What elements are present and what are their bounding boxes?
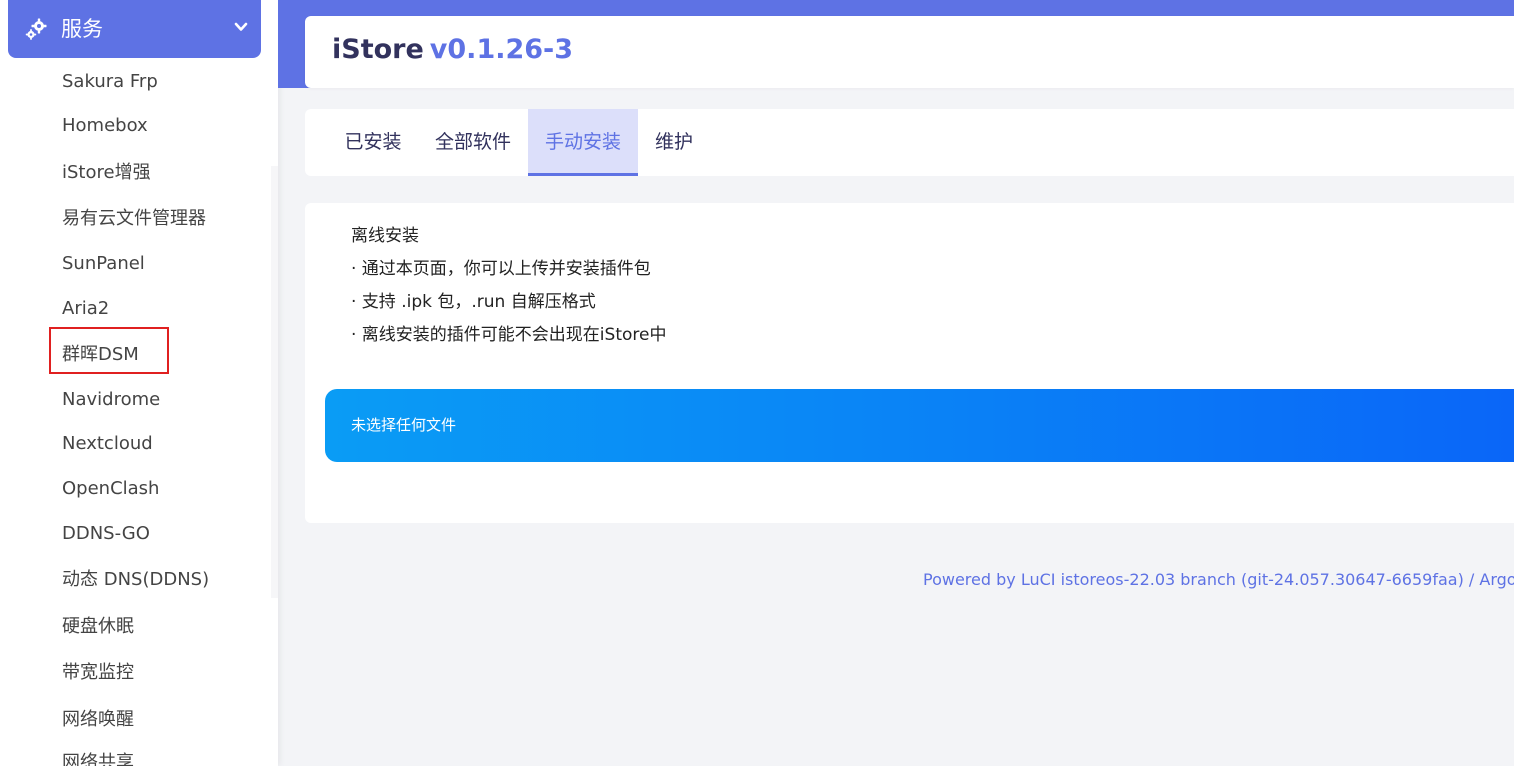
- sidebar-scrollbar[interactable]: [271, 166, 278, 598]
- tab-maintenance[interactable]: 维护: [645, 109, 703, 176]
- sidebar-item-homebox[interactable]: Homebox: [62, 115, 148, 137]
- manual-install-panel: 离线安装 · 通过本页面，你可以上传并安装插件包 · 支持 .ipk 包，.ru…: [305, 203, 1514, 523]
- tab-installed[interactable]: 已安装: [329, 109, 417, 176]
- gears-icon: [25, 18, 47, 40]
- menu-services-label: 服务: [61, 17, 103, 41]
- highlight-annotation: [49, 327, 169, 374]
- chevron-down-icon[interactable]: [233, 19, 249, 35]
- file-picker-status: 未选择任何文件: [351, 416, 457, 434]
- sidebar-item-ddns[interactable]: 动态 DNS(DDNS): [62, 569, 209, 591]
- section-title: 离线安装: [351, 226, 419, 246]
- sidebar-item-istore-enhance[interactable]: iStore增强: [62, 162, 151, 184]
- sidebar-item-sunpanel[interactable]: SunPanel: [62, 253, 145, 275]
- sidebar-item-navidrome[interactable]: Navidrome: [62, 389, 160, 411]
- sidebar-item-disk-sleep[interactable]: 硬盘休眠: [62, 616, 134, 638]
- file-upload-dropzone[interactable]: 未选择任何文件: [325, 389, 1514, 462]
- sidebar-item-aria2[interactable]: Aria2: [62, 298, 109, 320]
- sidebar-item-nextcloud[interactable]: Nextcloud: [62, 433, 153, 455]
- info-line: · 支持 .ipk 包，.run 自解压格式: [351, 292, 596, 312]
- page-title: iStore v0.1.26-3: [332, 33, 573, 67]
- page-title-card: iStore v0.1.26-3: [305, 16, 1514, 88]
- sidebar-item-ddns-go[interactable]: DDNS-GO: [62, 523, 150, 545]
- sidebar-item-sakura-frp[interactable]: Sakura Frp: [62, 71, 158, 93]
- info-line: · 通过本页面，你可以上传并安装插件包: [351, 259, 651, 279]
- tab-all-software[interactable]: 全部软件: [425, 109, 521, 176]
- sidebar-item-wake-on-lan[interactable]: 网络唤醒: [62, 709, 134, 731]
- app-version: v0.1.26-3: [429, 34, 574, 65]
- tab-bar: 已安装 全部软件 手动安装 维护: [305, 109, 1514, 176]
- sidebar-item-linkease-file-manager[interactable]: 易有云文件管理器: [62, 208, 206, 230]
- tab-manual-install[interactable]: 手动安装: [528, 109, 638, 176]
- sidebar-item-openclash[interactable]: OpenClash: [62, 478, 159, 500]
- sidebar-item-network-share[interactable]: 网络共享: [62, 752, 134, 766]
- menu-services-header[interactable]: 服务: [8, 0, 261, 58]
- footer-powered-by[interactable]: Powered by LuCI istoreos-22.03 branch (g…: [923, 569, 1514, 591]
- info-line: · 离线安装的插件可能不会出现在iStore中: [351, 325, 667, 345]
- app-name: iStore: [332, 34, 424, 65]
- sidebar-item-bandwidth-monitor[interactable]: 带宽监控: [62, 662, 134, 684]
- sidebar: 服务 Sakura Frp Homebox iStore增强 易有云文件管理器 …: [0, 0, 278, 766]
